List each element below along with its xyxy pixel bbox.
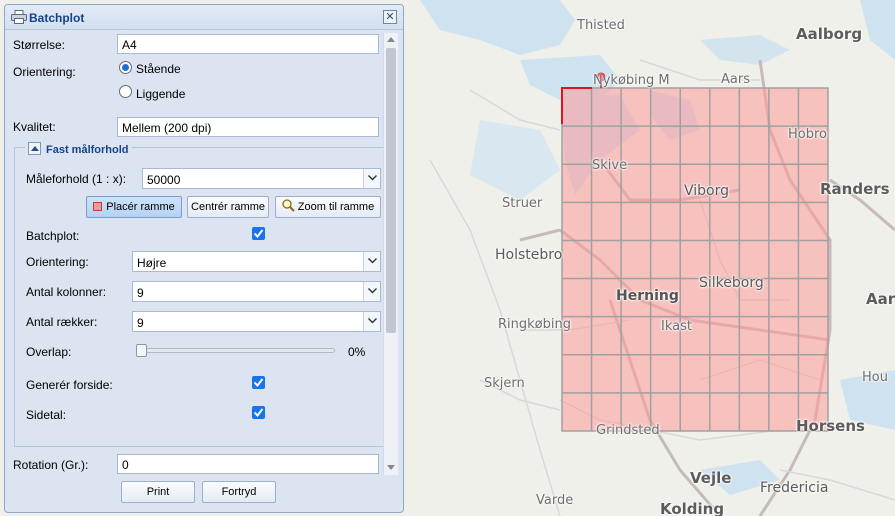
scale-combo[interactable]: 50000 (142, 168, 381, 189)
map-label: Herning (616, 288, 679, 304)
quality-field[interactable]: Mellem (200 dpi) (117, 117, 379, 137)
rows-label: Antal rækker: (26, 315, 98, 329)
chevron-up-icon (31, 146, 39, 151)
close-button[interactable]: ✕ (383, 10, 397, 24)
page-numbers-checkbox[interactable] (252, 406, 265, 419)
print-button[interactable]: Print (121, 481, 195, 503)
map-label: Holstebro (495, 247, 563, 263)
scale-dropdown-trigger[interactable] (363, 169, 380, 188)
map-label: Vejle (690, 469, 732, 487)
batchplot-panel: Batchplot ✕ Størrelse: A4 Orientering: S… (4, 4, 404, 513)
place-frame-label: Placér ramme (106, 201, 175, 213)
checkmark-icon (253, 408, 264, 418)
scroll-down-icon[interactable] (387, 465, 395, 470)
scale-label: Måleforhold (1 : x): (26, 172, 127, 186)
direction-dropdown-trigger[interactable] (363, 252, 380, 271)
fixed-scale-legend[interactable]: Fast målforhold (25, 142, 132, 156)
magnifier-icon (282, 199, 295, 212)
map-label: Varde (536, 493, 574, 508)
cancel-button[interactable]: Fortryd (202, 481, 276, 503)
chevron-down-icon (368, 175, 377, 181)
batchplot-checkbox[interactable] (252, 227, 265, 240)
map-label: Thisted (577, 18, 625, 33)
place-frame-button[interactable]: Placér ramme (86, 196, 182, 218)
rotation-value: 0 (122, 458, 129, 472)
map-label: Horsens (796, 417, 865, 435)
print-label: Print (146, 486, 170, 498)
cover-page-label: Generér forside: (26, 378, 113, 392)
rows-combo[interactable]: 9 (132, 311, 381, 332)
close-icon: ✕ (385, 11, 395, 23)
map-label: Silkeborg (699, 275, 764, 291)
landscape-label: Liggende (136, 87, 186, 101)
map-label: Struer (502, 196, 543, 211)
panel-title: Batchplot (29, 11, 85, 25)
rows-dropdown-trigger[interactable] (363, 312, 380, 331)
panel-titlebar[interactable]: Batchplot ✕ (5, 5, 403, 30)
overlap-label: Overlap: (26, 345, 72, 359)
portrait-label: Stående (136, 62, 181, 76)
portrait-radio[interactable] (119, 61, 132, 74)
map-label: Hou (862, 370, 888, 385)
rows-value: 9 (137, 316, 144, 330)
map-label: Randers (820, 180, 890, 198)
overlap-value: 0% (348, 345, 366, 359)
direction-combo[interactable]: Højre (132, 251, 381, 272)
map-label: Skive (592, 158, 628, 173)
cover-page-checkbox[interactable] (252, 376, 265, 389)
size-label: Størrelse: (13, 38, 66, 52)
map-label: Fredericia (760, 480, 829, 496)
columns-value: 9 (137, 286, 144, 300)
columns-dropdown-trigger[interactable] (363, 282, 380, 301)
panel-scrollbar[interactable] (383, 33, 398, 475)
chevron-down-icon (368, 288, 377, 294)
overlap-slider-thumb[interactable] (136, 344, 147, 357)
direction-value: Højre (137, 256, 167, 270)
overlap-slider-track[interactable] (139, 348, 335, 353)
scrollbar-thumb[interactable] (386, 48, 396, 333)
page-numbers-label: Sidetal: (26, 408, 67, 422)
map-label: Grindsted (596, 423, 660, 438)
scale-value: 50000 (147, 173, 181, 187)
center-frame-label: Centrér ramme (191, 201, 265, 213)
center-frame-button[interactable]: Centrér ramme (187, 196, 269, 218)
map-label: Kolding (660, 500, 725, 516)
quality-value: Mellem (200 dpi) (122, 121, 212, 135)
zoom-frame-label: Zoom til ramme (297, 201, 375, 213)
size-value: A4 (122, 38, 137, 52)
map-label: Skjern (484, 376, 525, 391)
columns-combo[interactable]: 9 (132, 281, 381, 302)
cancel-label: Fortryd (221, 486, 257, 498)
frame-icon (93, 202, 103, 211)
orientation-label: Orientering: (13, 65, 76, 79)
map-label: Nykøbing M (593, 73, 670, 88)
landscape-radio[interactable] (119, 85, 132, 98)
chevron-down-icon (368, 258, 377, 264)
map-label: Aar (866, 290, 895, 308)
direction-label: Orientering: (26, 255, 89, 269)
checkmark-icon (253, 229, 264, 239)
map-label: Hobro (788, 127, 827, 142)
map-label: Aalborg (796, 25, 863, 43)
chevron-down-icon (368, 318, 377, 324)
zoom-frame-button[interactable]: Zoom til ramme (275, 196, 381, 218)
scroll-up-icon[interactable] (387, 37, 395, 42)
collapse-toggle[interactable] (28, 142, 41, 155)
fixed-scale-title: Fast målforhold (46, 144, 129, 156)
printer-icon (11, 10, 27, 24)
rotation-label: Rotation (Gr.): (13, 458, 89, 472)
checkmark-icon (253, 378, 264, 388)
batchplot-label: Batchplot: (26, 229, 80, 243)
map-label: Ringkøbing (498, 317, 571, 332)
map-label: Ikast (661, 319, 692, 334)
map-label: Aars (721, 72, 750, 87)
rotation-field[interactable]: 0 (117, 454, 379, 474)
quality-label: Kvalitet: (13, 120, 56, 134)
columns-label: Antal kolonner: (26, 285, 107, 299)
map-label: Viborg (684, 183, 730, 199)
size-field[interactable]: A4 (117, 34, 379, 54)
